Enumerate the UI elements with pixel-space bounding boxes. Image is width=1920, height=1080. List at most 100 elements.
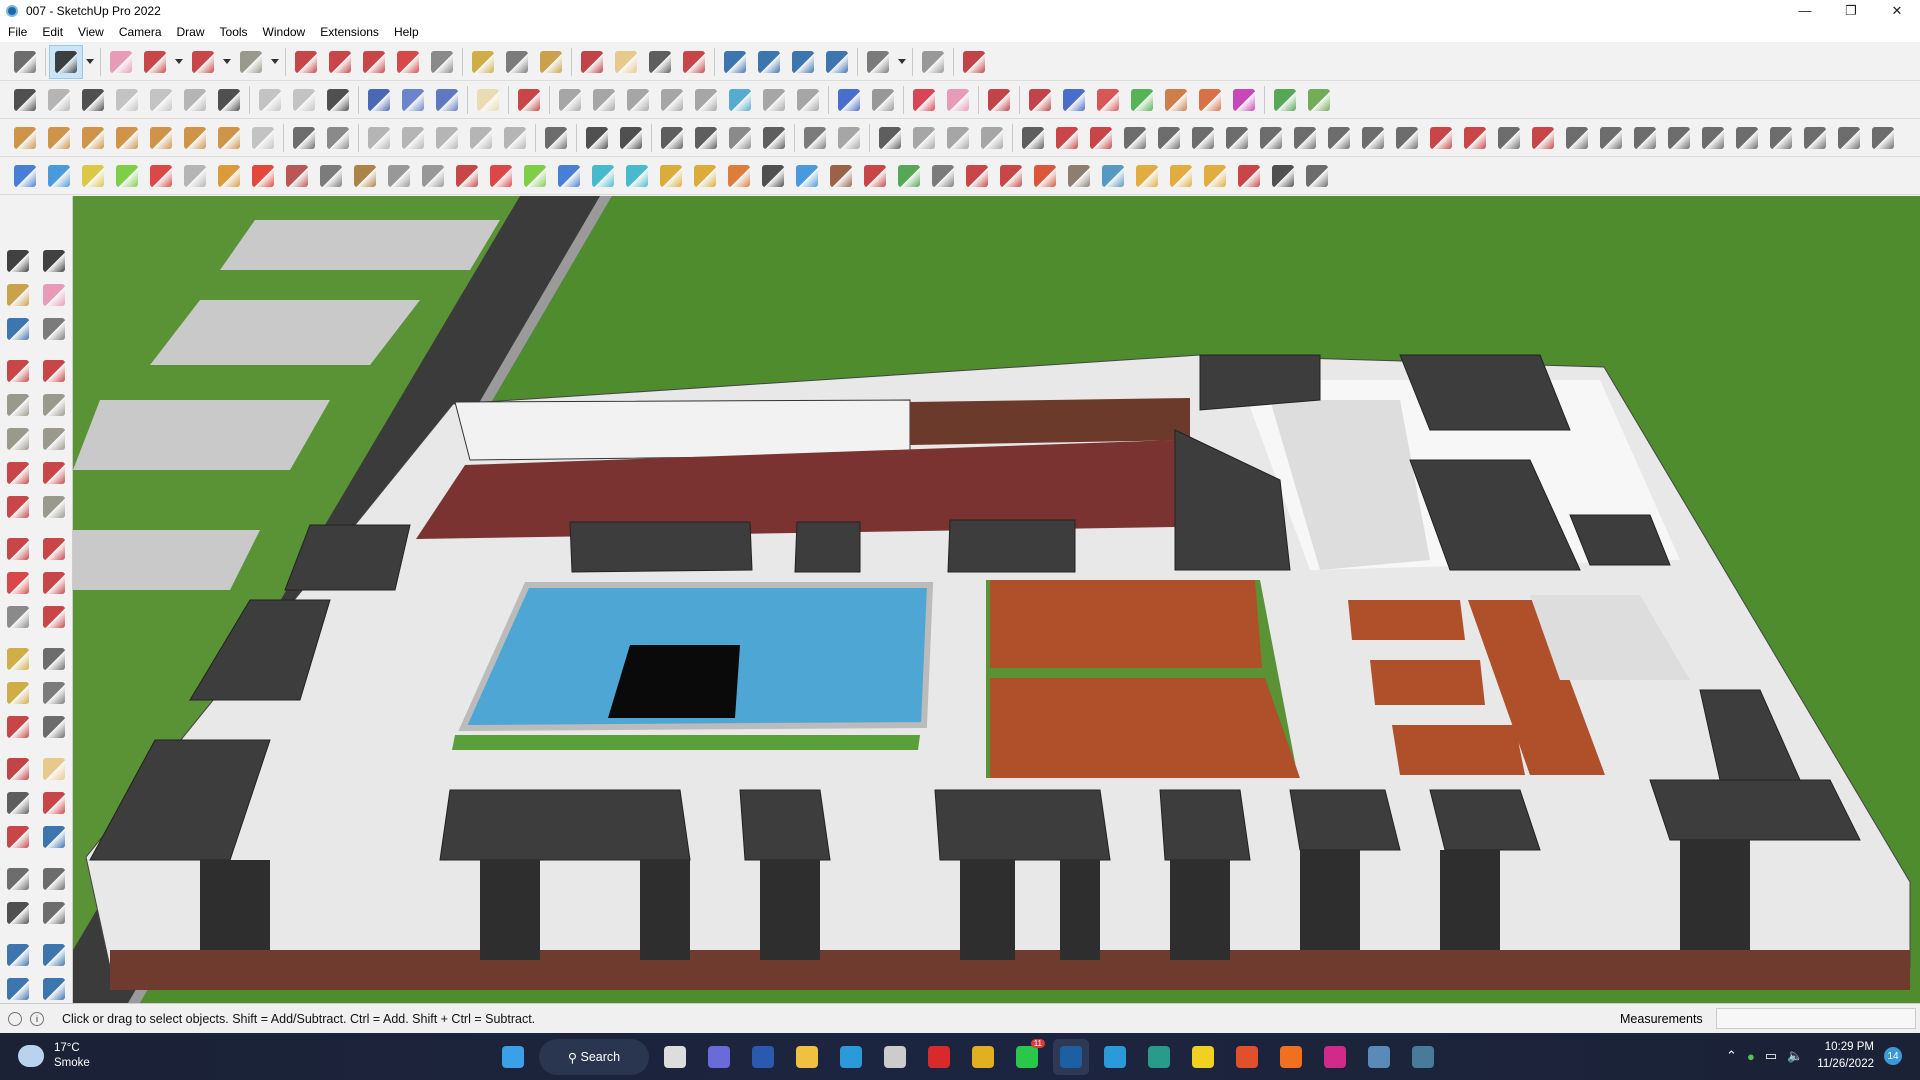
frame-1-tool-button[interactable] [798, 121, 832, 155]
teapot-3-tool-button[interactable] [723, 121, 757, 155]
draw-edit-tool-button[interactable] [512, 83, 546, 117]
star-arrows-tool-button[interactable] [790, 159, 824, 193]
uv-2-tool-button[interactable] [396, 121, 430, 155]
copy-tool-button[interactable] [287, 83, 321, 117]
tool-erase-tool-button[interactable] [941, 83, 975, 117]
curve-dots-tool-button[interactable] [1266, 159, 1300, 193]
rectangle-tool-button[interactable] [3, 390, 33, 420]
section-plane-tool-button[interactable] [39, 898, 69, 928]
uv-4-tool-button[interactable] [464, 121, 498, 155]
taskbar-edge-button[interactable] [833, 1039, 869, 1075]
bend-tool-button[interactable] [416, 159, 450, 193]
move-tool-button[interactable] [357, 45, 391, 79]
grid-tool-button[interactable] [253, 83, 287, 117]
curve-19-tool-button[interactable] [1628, 121, 1662, 155]
line-tool-button[interactable] [3, 356, 33, 386]
look-around-tool-button[interactable] [39, 864, 69, 894]
vray-tool-button[interactable] [580, 121, 614, 155]
layout-tool-button[interactable] [786, 45, 820, 79]
cube-2-tool-button[interactable] [960, 159, 994, 193]
follow-me-tool-button[interactable] [39, 568, 69, 598]
push-pull-tool-button[interactable] [289, 45, 323, 79]
menu-draw[interactable]: Draw [177, 25, 205, 39]
interactive-tool-button[interactable] [539, 121, 573, 155]
frame-2-tool-button[interactable] [832, 121, 866, 155]
line-tool-button[interactable] [138, 45, 172, 79]
previous-tool-button[interactable] [39, 822, 69, 852]
plus-green-tool-button[interactable] [518, 159, 552, 193]
grid-orange-3-tool-button[interactable] [1198, 159, 1232, 193]
curve-4-tool-button[interactable] [1118, 121, 1152, 155]
curve-26-tool-button[interactable] [1866, 121, 1900, 155]
orbit-tool-button[interactable] [3, 754, 33, 784]
curve-12-tool-button[interactable] [1390, 121, 1424, 155]
plane-yellow-tool-button[interactable] [76, 159, 110, 193]
dropdown-tool-button[interactable] [220, 45, 234, 79]
axis-z-tool-button[interactable] [430, 83, 464, 117]
uv-3-tool-button[interactable] [430, 121, 464, 155]
weather-widget[interactable]: 17°C Smoke [18, 1041, 90, 1071]
network-icon[interactable]: ▭ [1765, 1048, 1777, 1064]
axes-tool-button[interactable] [3, 712, 33, 742]
volume-icon[interactable]: 🔈 [1787, 1048, 1803, 1064]
window-4-tool-button[interactable] [975, 121, 1009, 155]
orbit-tool-button[interactable] [575, 45, 609, 79]
position-camera-tool-button[interactable] [3, 864, 33, 894]
paint-bucket-tool-button[interactable] [3, 280, 33, 310]
sandbox-tool-button[interactable] [110, 83, 144, 117]
scale-tool-button[interactable] [425, 45, 459, 79]
tag-tool-button[interactable] [39, 314, 69, 344]
curve-6-tool-button[interactable] [1186, 121, 1220, 155]
eraser-tool-button[interactable] [39, 280, 69, 310]
shape-polygon-tool-button[interactable] [621, 83, 655, 117]
solid-tool-button[interactable] [212, 83, 246, 117]
text-tool-button[interactable] [39, 678, 69, 708]
taskbar-store-button[interactable] [877, 1039, 913, 1075]
shape-spiral-tool-button[interactable] [791, 83, 825, 117]
terrain-tool-button[interactable] [1268, 83, 1302, 117]
extension-manager-tool-button[interactable] [820, 45, 854, 79]
material-tool-button[interactable] [471, 83, 505, 117]
text-tool-button[interactable] [500, 45, 534, 79]
pie-tool-button[interactable] [39, 492, 69, 522]
grid-orange-1-tool-button[interactable] [1130, 159, 1164, 193]
outliner-tool-button[interactable] [144, 83, 178, 117]
tool-extend-tool-button[interactable] [907, 83, 941, 117]
plane-red-tool-button[interactable] [144, 159, 178, 193]
menu-window[interactable]: Window [263, 25, 306, 39]
tool-rotate-tool-button[interactable] [866, 83, 900, 117]
arc-tool-button[interactable] [3, 458, 33, 488]
taskbar-start-button[interactable] [495, 1039, 531, 1075]
dropdown-tool-button[interactable] [83, 45, 97, 79]
shape-circle-tool-button[interactable] [587, 83, 621, 117]
proxy-tool-button[interactable] [246, 121, 280, 155]
select-tool-button[interactable] [49, 44, 83, 79]
shape-ring-tool-button[interactable] [757, 83, 791, 117]
taskbar-sketchup-button[interactable] [1053, 1039, 1089, 1075]
extension-manager-tool-button[interactable] [39, 974, 69, 1004]
soften-tool-button[interactable] [916, 45, 950, 79]
curve-21-tool-button[interactable] [1696, 121, 1730, 155]
pp-4-tool-button[interactable] [1125, 83, 1159, 117]
plane-green-tool-button[interactable] [110, 159, 144, 193]
offset-tool-button[interactable] [39, 602, 69, 632]
taskbar-chrome-button[interactable] [965, 1039, 1001, 1075]
move-tool-button[interactable] [3, 534, 33, 564]
taskbar-file-explorer-button[interactable] [789, 1039, 825, 1075]
pp-1-tool-button[interactable] [1023, 83, 1057, 117]
ring-light-tool-button[interactable] [76, 121, 110, 155]
curve-17-tool-button[interactable] [1560, 121, 1594, 155]
axis-y-tool-button[interactable] [396, 83, 430, 117]
components-tool-button[interactable] [178, 83, 212, 117]
warehouse-tool-button[interactable] [718, 45, 752, 79]
grid-orange-2-tool-button[interactable] [1164, 159, 1198, 193]
gem-tool-button[interactable] [1028, 159, 1062, 193]
dropdown-tool-button[interactable] [268, 45, 282, 79]
cone-light-tool-button[interactable] [110, 121, 144, 155]
dropdown-tool-button[interactable] [895, 45, 909, 79]
taskbar-sticky-notes-button[interactable] [1185, 1039, 1221, 1075]
select-tool-button[interactable] [3, 246, 33, 276]
drop-tool-button[interactable] [586, 159, 620, 193]
zoom-extents-tool-button[interactable] [3, 822, 33, 852]
sun-tool-button[interactable] [178, 121, 212, 155]
